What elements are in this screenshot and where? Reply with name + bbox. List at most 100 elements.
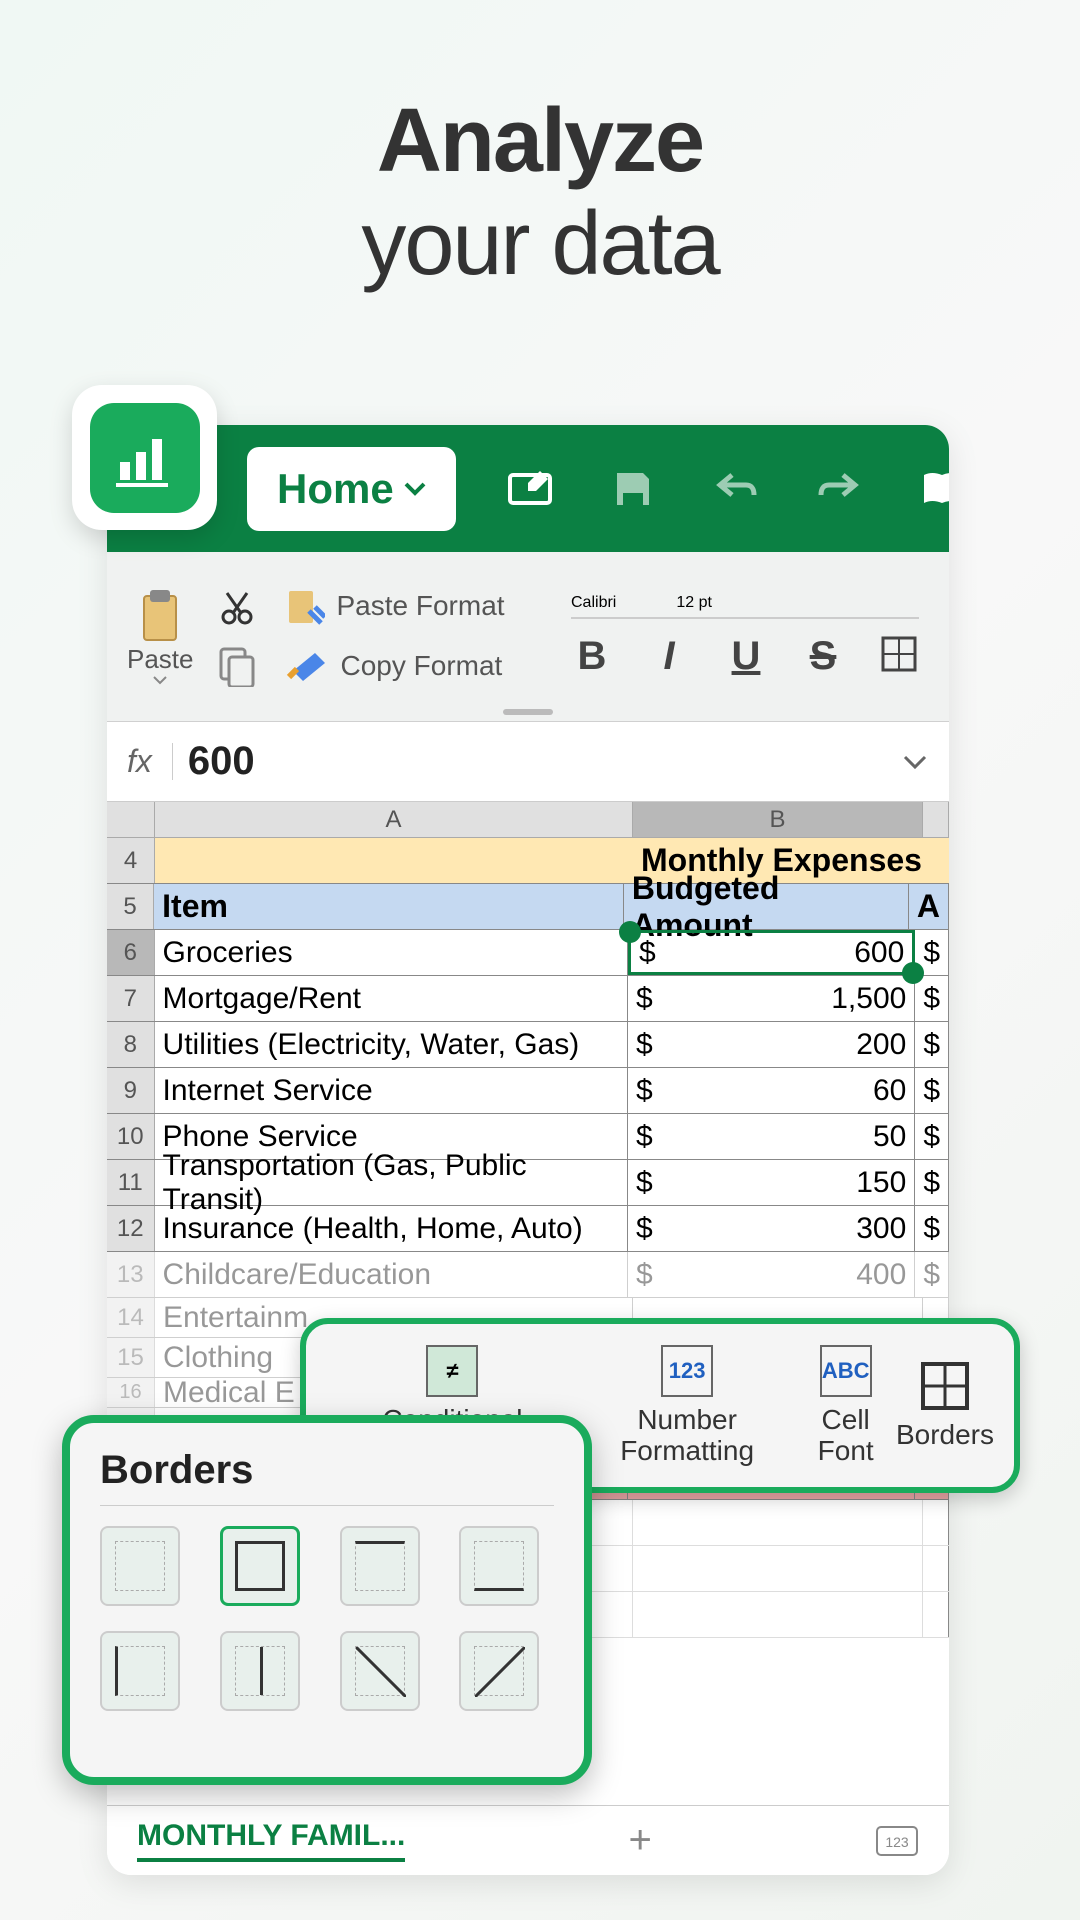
cell[interactable]: $ [915,976,949,1021]
cell[interactable]: $ [915,1022,949,1067]
header-actual-cell[interactable]: A [909,884,949,929]
item-cell[interactable]: Internet Service [155,1068,628,1113]
table-row: 7 Mortgage/Rent $1,500 $ [107,976,949,1022]
row-header[interactable]: 7 [107,976,155,1021]
clipboard-icon [136,588,184,644]
home-ribbon-dropdown[interactable]: Home [247,447,456,531]
row-header[interactable]: 4 [107,838,155,883]
formula-value[interactable]: 600 [188,739,886,784]
active-sheet-tab[interactable]: MONTHLY FAMIL... [137,1819,405,1862]
cell-font-button[interactable]: ABC Cell Font [795,1345,896,1467]
row-header[interactable]: 9 [107,1068,155,1113]
paste-group[interactable]: Paste [127,588,194,685]
row-header[interactable]: 15 [107,1338,155,1377]
border-top[interactable] [340,1526,420,1606]
font-selection[interactable]: Calibri 12 pt [571,594,919,619]
strikethrough-button[interactable]: S [802,634,844,679]
item-cell[interactable]: Mortgage/Rent [155,976,628,1021]
border-outer[interactable] [220,1526,300,1606]
scissors-icon[interactable] [219,589,255,625]
amount-cell[interactable]: $50 [628,1114,915,1159]
paste-label: Paste [127,644,194,675]
item-cell[interactable]: Insurance (Health, Home, Auto) [155,1206,628,1251]
border-diagonal-up[interactable] [459,1631,539,1711]
border-vertical[interactable] [220,1631,300,1711]
bold-button[interactable]: B [571,634,613,679]
selection-handle[interactable] [619,921,641,943]
row-header[interactable]: 12 [107,1206,155,1251]
underline-button[interactable]: U [725,634,767,679]
item-cell[interactable]: Utilities (Electricity, Water, Gas) [155,1022,628,1067]
copy-format-button[interactable]: Copy Format [285,649,503,685]
column-header-b[interactable]: B [633,802,923,837]
ribbon-drag-handle[interactable] [503,709,553,715]
row-header[interactable]: 6 [107,930,155,975]
formula-bar[interactable]: fx 600 [107,722,949,802]
cell[interactable] [633,1592,923,1637]
cell[interactable]: $ [915,1252,949,1297]
redo-icon[interactable] [815,465,863,513]
paste-format-label: Paste Format [337,591,505,622]
borders-panel-title: Borders [100,1448,554,1506]
amount-cell[interactable]: $400 [628,1252,915,1297]
borders-panel: Borders [62,1415,592,1785]
italic-button[interactable]: I [648,634,690,679]
paste-format-button[interactable]: Paste Format [285,587,505,627]
header-budgeted-cell[interactable]: Budgeted Amount [624,884,909,929]
amount-cell[interactable]: $300 [628,1206,915,1251]
cell[interactable] [633,1500,923,1545]
border-left[interactable] [100,1631,180,1711]
cell[interactable] [633,1546,923,1591]
cell[interactable]: $ [915,1206,949,1251]
title-bold: Analyze [0,90,1080,193]
border-bottom[interactable] [459,1526,539,1606]
paintbrush-icon [285,649,329,685]
chevron-down-icon [152,675,168,685]
cell[interactable] [923,1546,949,1591]
font-size: 12 pt [676,594,712,612]
cell[interactable]: $ [915,1068,949,1113]
row-header[interactable]: 14 [107,1298,155,1337]
row-header[interactable]: 10 [107,1114,155,1159]
column-header-a[interactable]: A [155,802,633,837]
borders-toggle-icon[interactable] [879,634,919,674]
cell[interactable] [923,1500,949,1545]
row-header[interactable]: 5 [107,884,154,929]
save-icon[interactable] [609,465,657,513]
row-header[interactable]: 16 [107,1378,155,1407]
font-name: Calibri [571,594,616,612]
borders-button[interactable]: Borders [896,1360,994,1451]
currency-symbol: $ [639,936,656,970]
select-all-corner[interactable] [107,802,155,837]
book-icon[interactable] [918,465,949,513]
amount-cell[interactable]: $1,500 [628,976,915,1021]
column-header-c[interactable] [923,802,949,837]
row-header[interactable]: 11 [107,1160,155,1205]
row-header[interactable]: 8 [107,1022,155,1067]
amount-cell[interactable]: $200 [628,1022,915,1067]
screen-edit-icon[interactable] [506,465,554,513]
amount-cell[interactable]: $150 [628,1160,915,1205]
selected-amount-cell[interactable]: $ 600 [628,930,915,975]
cell[interactable] [923,1592,949,1637]
cell[interactable]: $ [915,1114,949,1159]
expand-formula-icon[interactable] [901,753,929,771]
add-sheet-button[interactable]: + [629,1818,652,1863]
cell[interactable]: $ [915,1160,949,1205]
chevron-down-icon [404,482,426,496]
item-cell[interactable]: Childcare/Education [155,1252,628,1297]
keyboard-icon[interactable]: 123 [875,1825,919,1857]
app-launcher-icon[interactable] [72,385,217,530]
border-none[interactable] [100,1526,180,1606]
item-cell[interactable]: Groceries [155,930,628,975]
item-cell[interactable]: Transportation (Gas, Public Transit) [155,1160,628,1205]
header-item-cell[interactable]: Item [154,884,624,929]
row-header[interactable]: 13 [107,1252,155,1297]
border-diagonal-down[interactable] [340,1631,420,1711]
undo-icon[interactable] [712,465,760,513]
copy-icon[interactable] [219,647,255,687]
cell[interactable] [155,838,633,883]
top-toolbar: Home [107,425,949,552]
number-formatting-button[interactable]: 123 Number Formatting [579,1345,796,1467]
amount-cell[interactable]: $60 [628,1068,915,1113]
